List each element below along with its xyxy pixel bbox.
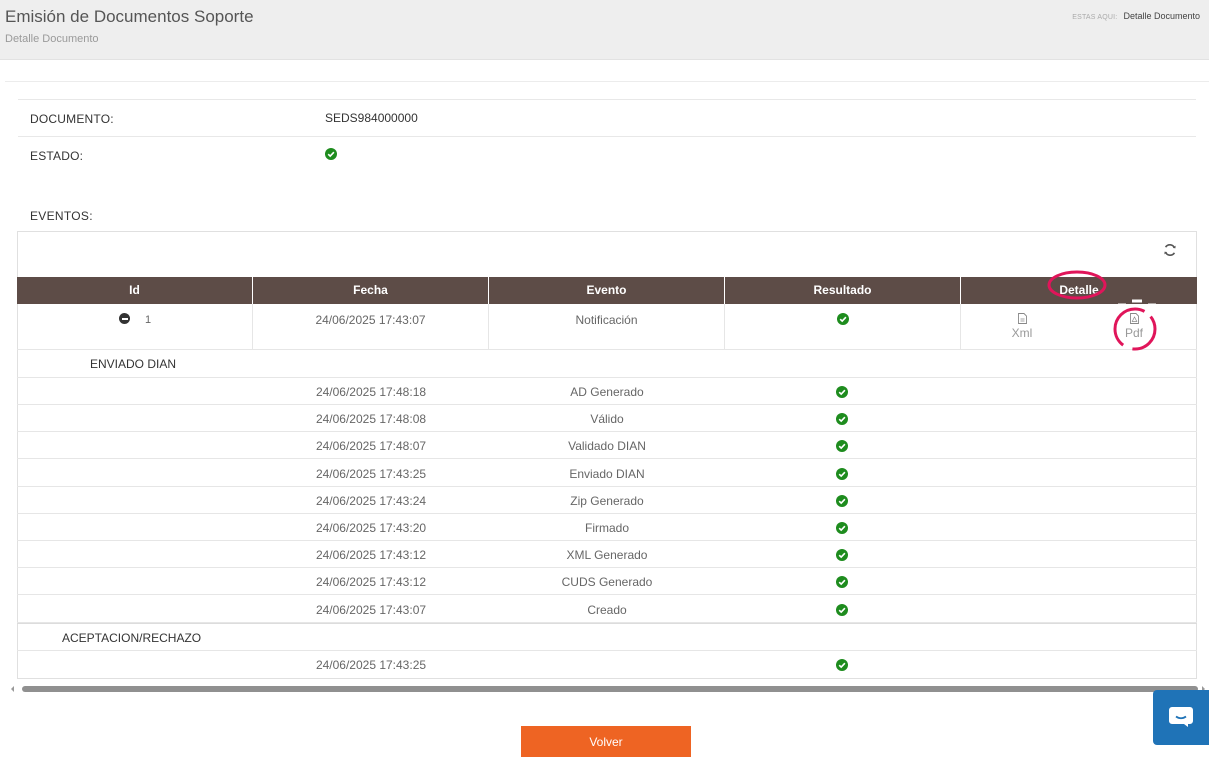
column-header-resultado[interactable]: Resultado <box>725 277 961 304</box>
event-date: 24/06/2025 17:48:18 <box>315 385 427 399</box>
event-name: Validado DIAN <box>568 439 646 454</box>
event-name: CUDS Generado <box>561 575 653 590</box>
check-circle-icon <box>836 412 848 430</box>
check-circle-icon <box>836 521 848 539</box>
check-circle-icon <box>836 658 848 676</box>
breadcrumb: ESTAS AQUI: Detalle Documento <box>1072 11 1200 21</box>
list-item: 24/06/2025 17:43:20 Firmado <box>17 514 1197 541</box>
list-item: 24/06/2025 17:48:18 AD Generado <box>17 378 1197 405</box>
check-circle-icon <box>837 313 849 328</box>
list-item: 24/06/2025 17:43:25 Enviado DIAN <box>17 460 1197 487</box>
list-item: 24/06/2025 17:43:25 <box>17 651 1197 678</box>
documento-row: DOCUMENTO: SEDS984000000 <box>18 99 1196 136</box>
cell-detalle: Xml Pdf <box>961 304 1197 350</box>
column-header-id[interactable]: Id <box>17 277 253 304</box>
page-title: Emisión de Documentos Soporte <box>5 7 254 26</box>
scrollbar-thumb[interactable] <box>22 686 1198 692</box>
event-name: Válido <box>590 412 624 427</box>
chat-widget-button[interactable] <box>1153 690 1209 745</box>
event-date: 24/06/2025 17:43:12 <box>315 548 427 563</box>
check-circle-icon <box>325 147 337 165</box>
group-row-enviado-dian: ENVIADO DIAN <box>17 350 1197 378</box>
collapse-icon[interactable] <box>119 313 130 324</box>
event-date: 24/06/2025 17:48:07 <box>315 439 427 454</box>
list-item: 24/06/2025 17:48:08 Válido <box>17 405 1197 433</box>
divider <box>5 81 1209 82</box>
event-name: Zip Generado <box>570 493 644 508</box>
event-name: Firmado <box>584 521 629 535</box>
event-date: 24/06/2025 17:43:25 <box>315 466 427 481</box>
cell-id: 1 <box>17 304 253 350</box>
xml-file-icon <box>1017 313 1027 324</box>
pdf-file-icon <box>1129 313 1139 324</box>
fecha-value: 24/06/2025 17:43:07 <box>315 313 426 327</box>
list-item: 24/06/2025 17:43:07 Creado <box>17 596 1197 623</box>
event-date: 24/06/2025 17:43:20 <box>315 521 427 535</box>
table-header: Id Fecha Evento Resultado Detalle <box>17 277 1197 304</box>
table-row: 1 24/06/2025 17:43:07 Notificación Xml P… <box>17 304 1197 350</box>
pdf-download-link[interactable]: Pdf <box>1119 313 1149 340</box>
column-header-detalle[interactable]: Detalle <box>961 277 1197 304</box>
page-header: Emisión de Documentos Soporte Detalle Do… <box>0 0 1209 60</box>
documento-value: SEDS984000000 <box>325 111 418 125</box>
refresh-icon[interactable] <box>1163 243 1177 257</box>
cell-fecha: 24/06/2025 17:43:07 <box>253 304 489 350</box>
check-circle-icon <box>836 603 848 621</box>
group-row-aceptacion-rechazo: ACEPTACION/RECHAZO <box>17 623 1197 651</box>
event-name: Enviado DIAN <box>569 466 645 481</box>
evento-value: Notificación <box>575 313 638 327</box>
check-circle-icon <box>836 439 848 457</box>
event-date: 24/06/2025 17:43:12 <box>315 575 427 590</box>
breadcrumb-label: ESTAS AQUI: <box>1072 14 1118 21</box>
cell-resultado <box>725 304 961 350</box>
estado-label: ESTADO: <box>30 149 84 163</box>
documento-label: DOCUMENTO: <box>30 112 114 126</box>
cell-evento: Notificación <box>489 304 725 350</box>
eventos-label: EVENTOS: <box>30 209 93 223</box>
list-item: 24/06/2025 17:43:12 XML Generado <box>17 541 1197 569</box>
list-item: 24/06/2025 17:43:24 Zip Generado <box>17 487 1197 514</box>
check-circle-icon <box>836 494 848 512</box>
volver-button[interactable]: Volver <box>521 726 691 757</box>
event-date: 24/06/2025 17:43:07 <box>315 602 427 617</box>
list-item: 24/06/2025 17:43:12 CUDS Generado <box>17 568 1197 596</box>
page-subtitle: Detalle Documento <box>5 33 99 45</box>
group-label: ACEPTACION/RECHAZO <box>62 631 202 645</box>
group-label: ENVIADO DIAN <box>90 357 177 371</box>
event-date: 24/06/2025 17:43:25 <box>315 658 427 672</box>
pdf-label: Pdf <box>1124 326 1143 340</box>
estado-row: ESTADO: <box>18 136 1196 173</box>
check-circle-icon <box>836 467 848 485</box>
check-circle-icon <box>836 548 848 566</box>
list-item: 24/06/2025 17:48:07 Validado DIAN <box>17 432 1197 460</box>
chat-bubble-icon <box>1169 707 1193 727</box>
check-circle-icon <box>836 385 848 403</box>
event-name: AD Generado <box>570 385 644 399</box>
event-date: 24/06/2025 17:43:24 <box>315 493 427 508</box>
horizontal-scrollbar[interactable] <box>8 684 1209 694</box>
xml-label: Xml <box>1011 326 1033 340</box>
breadcrumb-current[interactable]: Detalle Documento <box>1123 11 1200 21</box>
id-value: 1 <box>145 314 152 326</box>
column-header-evento[interactable]: Evento <box>489 277 725 304</box>
xml-download-link[interactable]: Xml <box>1007 313 1037 340</box>
check-circle-icon <box>836 575 848 593</box>
column-header-fecha[interactable]: Fecha <box>253 277 489 304</box>
event-date: 24/06/2025 17:48:08 <box>315 412 427 427</box>
event-name: Creado <box>587 602 627 617</box>
event-name: XML Generado <box>566 548 648 563</box>
scroll-left-arrow-icon[interactable] <box>11 686 14 692</box>
